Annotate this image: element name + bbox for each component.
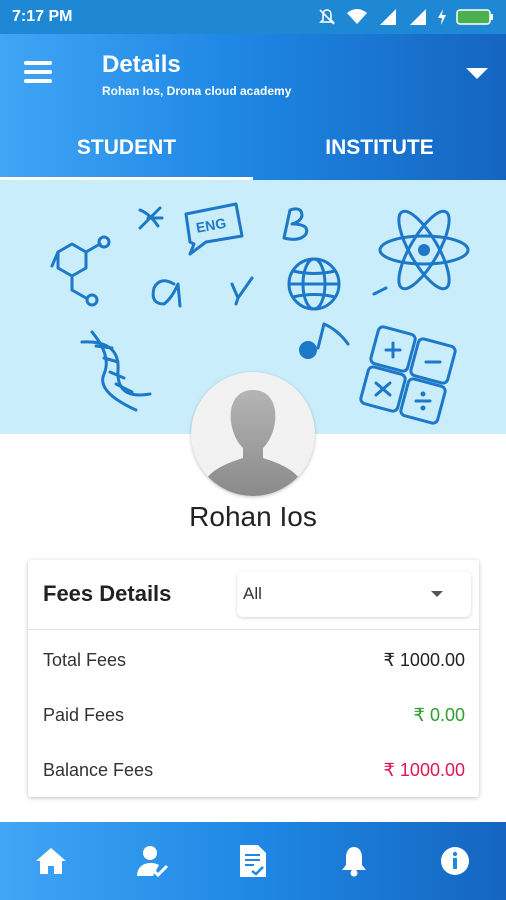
- nav-reports[interactable]: [202, 822, 303, 900]
- variable-x-icon: [138, 206, 164, 230]
- caret-down-icon[interactable]: [466, 68, 488, 79]
- info-icon: [441, 847, 470, 875]
- home-icon: [35, 848, 66, 874]
- nav-home[interactable]: [0, 822, 101, 900]
- fee-value: ₹ 0.00: [413, 705, 466, 725]
- tab-bar: STUDENT INSTITUTE: [0, 126, 506, 180]
- music-note-icon: [316, 322, 350, 350]
- beta-icon: [282, 207, 309, 241]
- eng-label: ENG: [195, 215, 228, 236]
- avatar: [191, 372, 315, 496]
- fee-value: ₹ 1000.00: [383, 760, 465, 780]
- student-name: Rohan Ios: [189, 501, 317, 532]
- dna-icon: [80, 330, 152, 412]
- nav-notifications[interactable]: [304, 822, 405, 900]
- charging-icon: [438, 9, 446, 25]
- tab-institute[interactable]: INSTITUTE: [253, 126, 506, 180]
- signal-icon: [380, 9, 396, 25]
- fee-label: Total Fees: [43, 650, 127, 670]
- fee-row-balance: Balance Fees ₹ 1000.00: [43, 760, 465, 784]
- fees-header: Fees Details All: [28, 560, 479, 630]
- tab-student[interactable]: STUDENT: [0, 126, 253, 180]
- fees-title: Fees Details: [43, 581, 172, 606]
- fee-label: Paid Fees: [43, 705, 125, 725]
- status-time: 7:17 PM: [12, 8, 73, 25]
- person-silhouette-icon: [203, 390, 303, 496]
- fees-filter-select[interactable]: All: [237, 571, 471, 617]
- mute-bell-icon: [319, 9, 335, 25]
- app-bar: Details Rohan Ios, Drona cloud academy S…: [0, 34, 506, 180]
- hamburger-icon: [24, 61, 52, 65]
- menu-button[interactable]: [22, 56, 58, 92]
- battery-icon: [456, 9, 493, 25]
- alpha-icon: [151, 279, 182, 308]
- globe-icon: [287, 257, 341, 311]
- molecule-icon: [50, 235, 111, 307]
- nav-info[interactable]: [405, 822, 506, 900]
- fee-row-total: Total Fees ₹ 1000.00: [43, 650, 465, 674]
- status-icons: [318, 8, 494, 26]
- fees-details-card: Fees Details All Total Fees ₹ 1000.00 Pa…: [28, 560, 479, 797]
- fee-label: Balance Fees: [43, 760, 154, 780]
- nav-profile[interactable]: [101, 822, 202, 900]
- fee-value: ₹ 1000.00: [383, 650, 465, 670]
- bell-icon: [342, 847, 367, 877]
- calculator-icon: [359, 325, 457, 425]
- variable-y-icon: [230, 276, 254, 306]
- profile-check-icon: [136, 846, 168, 878]
- status-bar: 7:17 PM: [0, 0, 506, 34]
- document-icon: [240, 845, 266, 877]
- fees-filter-value: All: [243, 584, 262, 603]
- page-subtitle: Rohan Ios, Drona cloud academy: [102, 84, 292, 98]
- wifi-icon: [347, 9, 367, 24]
- bottom-navigation: [0, 822, 506, 900]
- caret-down-icon: [431, 591, 443, 597]
- fee-row-paid: Paid Fees ₹ 0.00: [43, 705, 465, 729]
- signal-icon: [410, 9, 426, 25]
- page-title: Details: [102, 51, 181, 78]
